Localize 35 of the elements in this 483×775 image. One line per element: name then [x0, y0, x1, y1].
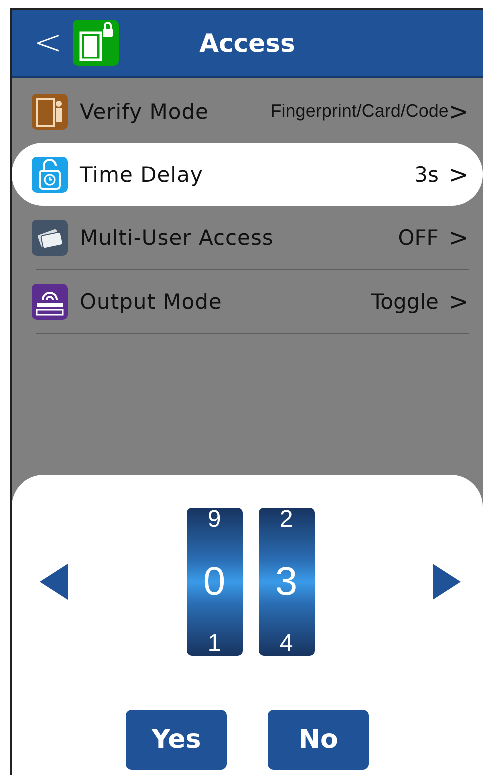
- chevron: >: [448, 226, 469, 250]
- screen-title: Access: [200, 28, 296, 58]
- menu-item[interactable]: Output Mode Toggle >: [12, 270, 483, 333]
- item-label: Output Mode: [80, 290, 224, 314]
- digit-wheel[interactable]: 9 0 1: [186, 508, 242, 656]
- item-label: Multi-User Access: [80, 226, 275, 250]
- menu-item[interactable]: Multi-User Access OFF >: [12, 206, 483, 269]
- digit-wheel[interactable]: 2 3 4: [258, 508, 314, 656]
- chevron: >: [448, 100, 469, 124]
- next-digit: 4: [280, 632, 294, 656]
- previous-digit: 9: [208, 508, 222, 532]
- next-digit: 1: [208, 632, 222, 656]
- mode-icon: [32, 284, 68, 320]
- left-arrow-icon[interactable]: [38, 562, 70, 602]
- dialog-button[interactable]: Yes: [126, 710, 227, 770]
- chevron: >: [448, 162, 469, 186]
- door-person-icon: [32, 94, 68, 130]
- right-arrow-icon[interactable]: [431, 562, 463, 602]
- item-value: OFF: [398, 226, 439, 250]
- door-lock-icon: [72, 20, 118, 66]
- menu-item[interactable]: Verify Mode Fingerprint/Card/Code>: [12, 80, 483, 143]
- item-value: 3s: [414, 162, 439, 186]
- dialog-button[interactable]: No: [268, 710, 369, 770]
- current-digit: 0: [203, 562, 226, 602]
- back-button[interactable]: <: [34, 26, 62, 60]
- item-value: Toggle: [371, 290, 439, 314]
- item-label: Verify Mode: [80, 100, 210, 124]
- clock-lock-icon: [32, 156, 68, 192]
- item-value: Fingerprint/Card/Code: [270, 101, 449, 122]
- item-label: Time Delay: [80, 162, 204, 186]
- current-digit: 3: [275, 562, 298, 602]
- menu-item[interactable]: Time Delay 3s >: [12, 143, 483, 206]
- chevron: >: [448, 290, 469, 314]
- previous-digit: 2: [280, 508, 294, 532]
- cards-icon: [32, 220, 68, 256]
